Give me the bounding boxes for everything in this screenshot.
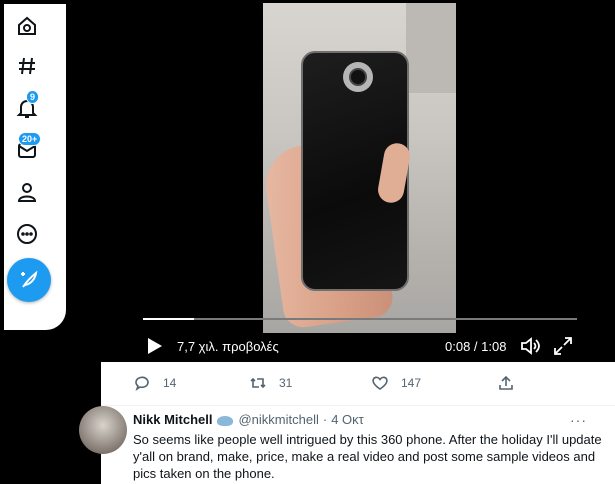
video-frame[interactable] <box>263 3 456 333</box>
video-progress-bar[interactable] <box>143 318 577 320</box>
video-controls: 7,7 χιλ. προβολές 0:08 / 1:08 <box>101 330 615 362</box>
flying-saucer-emoji-icon <box>217 415 234 426</box>
volume-icon[interactable] <box>519 335 541 357</box>
tweet-text: So seems like people well intrigued by t… <box>133 432 602 481</box>
more-circle-icon <box>17 224 37 244</box>
header-separator: · <box>322 412 328 427</box>
play-icon[interactable] <box>147 337 163 355</box>
video-progress-fill <box>143 318 195 320</box>
author-handle[interactable]: @nikkmitchell <box>238 412 318 427</box>
sidebar-nav: 9 20+ <box>4 4 66 330</box>
tweet-actions: 14 31 147 <box>101 362 615 406</box>
nav-notifications[interactable]: 9 <box>4 86 50 130</box>
compose-feather-icon <box>21 270 38 288</box>
nav-explore[interactable] <box>4 44 50 88</box>
screen: 9 20+ 7,7 χιλ. προβολές 0:08 / 1:08 14 3… <box>0 0 615 484</box>
profile-icon <box>17 183 37 202</box>
nav-more[interactable] <box>4 212 50 256</box>
lens-shape <box>349 68 367 86</box>
compose-tweet-button[interactable] <box>7 258 51 302</box>
reply-count: 14 <box>163 376 177 390</box>
home-icon <box>18 16 36 35</box>
heart-icon <box>372 376 388 390</box>
messages-badge: 20+ <box>18 132 42 146</box>
retweet-button[interactable]: 31 <box>249 374 292 392</box>
more-options-button[interactable]: ··· <box>570 412 587 428</box>
like-count: 147 <box>401 376 422 390</box>
share-icon <box>499 375 513 390</box>
retweet-count: 31 <box>279 376 293 390</box>
video-player[interactable]: 7,7 χιλ. προβολές 0:08 / 1:08 <box>101 0 615 362</box>
nav-profile[interactable] <box>4 170 50 214</box>
retweet-icon <box>250 377 266 389</box>
tweet-header: Nikk Mitchell @nikkmitchell · 4 Οκτ <box>133 412 364 427</box>
fullscreen-icon[interactable] <box>553 336 573 356</box>
background-shape <box>406 3 456 93</box>
author-name[interactable]: Nikk Mitchell <box>133 412 212 427</box>
notifications-badge: 9 <box>26 90 40 104</box>
reply-tweet[interactable]: Nikk Mitchell @nikkmitchell · 4 Οκτ ··· … <box>79 406 615 484</box>
tweet-date[interactable]: 4 Οκτ <box>331 412 364 427</box>
video-time: 0:08 / 1:08 <box>445 339 507 354</box>
like-button[interactable]: 147 <box>371 374 421 392</box>
nav-home[interactable] <box>4 4 50 48</box>
video-view-count: 7,7 χιλ. προβολές <box>177 339 279 354</box>
reply-button[interactable]: 14 <box>133 374 176 392</box>
share-button[interactable] <box>497 374 527 392</box>
tweet-card: 7,7 χιλ. προβολές 0:08 / 1:08 14 31 147 <box>79 0 615 484</box>
avatar[interactable] <box>79 406 127 454</box>
reply-icon <box>135 376 149 391</box>
explore-hashtag-icon <box>19 57 35 75</box>
nav-messages[interactable]: 20+ <box>4 128 50 172</box>
